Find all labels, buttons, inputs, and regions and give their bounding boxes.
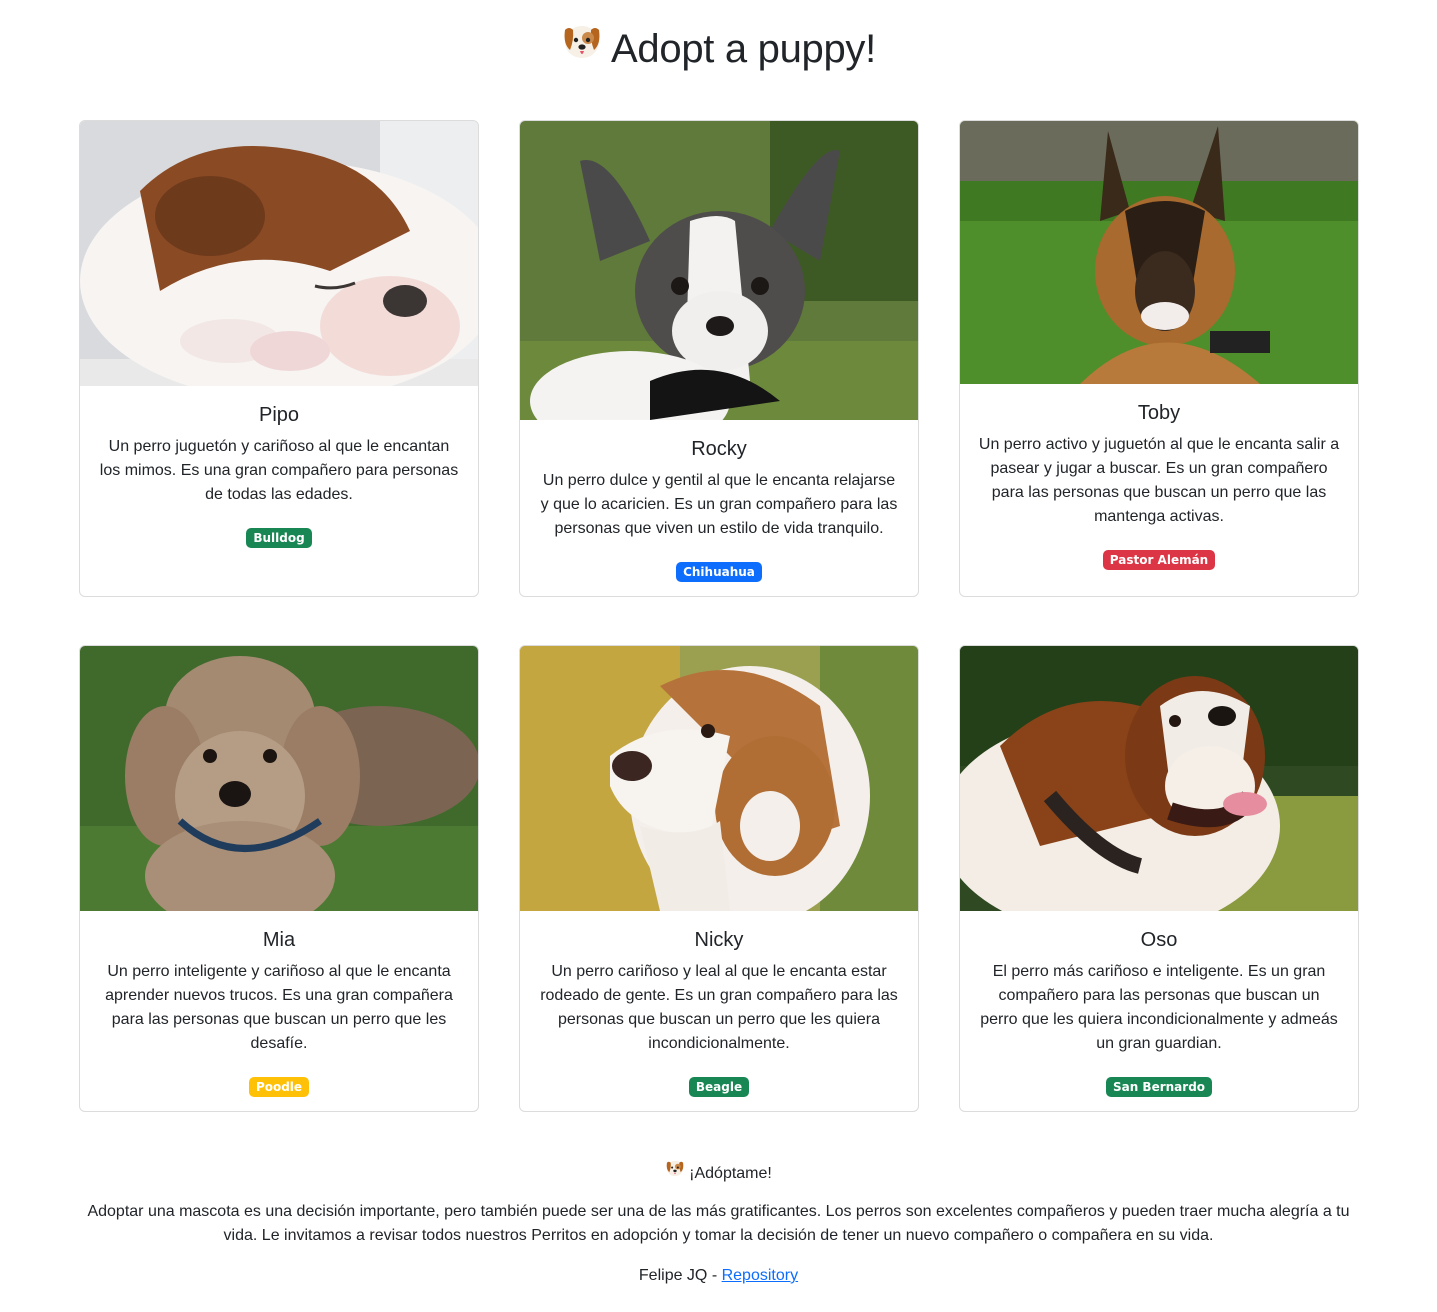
puppy-card-rocky: Rocky Un perro dulce y gentil al que le … <box>519 120 919 597</box>
footer-tagline-text: ¡Adóptame! <box>689 1165 772 1183</box>
breed-badge: Beagle <box>688 1077 750 1097</box>
puppy-name: Rocky <box>691 438 747 460</box>
puppy-photo-pastor-aleman <box>960 121 1358 384</box>
puppy-name: Toby <box>1137 402 1181 424</box>
breed-badge: Bulldog <box>246 528 312 548</box>
page-title-text: Adopt a puppy! <box>611 27 876 71</box>
footer-credit: Felipe JQ - Repository <box>0 1264 1437 1288</box>
repository-link[interactable]: Repository <box>722 1267 798 1284</box>
footer-tagline: ¡Adóptame! <box>0 1160 1437 1188</box>
puppy-name: Mia <box>262 929 296 951</box>
puppy-card-pipo: Pipo Un perro juguetón y cariñoso al que… <box>79 120 479 597</box>
puppy-photo-beagle <box>520 646 918 911</box>
puppy-name: Nicky <box>694 929 744 951</box>
dog-face-icon <box>561 20 603 76</box>
puppy-card-oso: Oso El perro más cariñoso e inteligente.… <box>959 645 1359 1112</box>
puppy-description: Un perro cariñoso y leal al que le encan… <box>540 963 898 1052</box>
breed-badge: Chihuahua <box>676 562 762 582</box>
breed-badge: Pastor Alemán <box>1102 550 1216 570</box>
puppy-photo-poodle <box>80 646 478 911</box>
puppy-description: Un perro juguetón y cariñoso al que le e… <box>99 438 459 503</box>
dog-face-icon <box>665 1158 685 1186</box>
footer-description: Adoptar una mascota es una decisión impo… <box>87 1203 1350 1244</box>
puppy-name: Pipo <box>258 404 300 426</box>
author-name: Felipe JQ - <box>638 1267 722 1284</box>
breed-badge: San Bernardo <box>1105 1077 1213 1097</box>
puppy-name: Oso <box>1140 929 1178 951</box>
puppy-photo-bulldog <box>80 121 478 386</box>
puppy-description: Un perro dulce y gentil al que le encant… <box>540 472 898 537</box>
page-title: Adopt a puppy! <box>0 22 1437 79</box>
puppy-description: Un perro inteligente y cariñoso al que l… <box>105 963 453 1052</box>
puppy-card-mia: Mia Un perro inteligente y cariñoso al q… <box>79 645 479 1112</box>
puppy-photo-chihuahua <box>520 121 918 420</box>
breed-badge: Poodle <box>248 1077 310 1097</box>
puppy-description: El perro más cariñoso e inteligente. Es … <box>980 963 1338 1052</box>
puppy-card-toby: Toby Un perro activo y juguetón al que l… <box>959 120 1359 597</box>
puppy-description: Un perro activo y juguetón al que le enc… <box>978 436 1340 525</box>
puppy-card-nicky: Nicky Un perro cariñoso y leal al que le… <box>519 645 919 1112</box>
puppy-photo-san-bernardo <box>960 646 1358 911</box>
